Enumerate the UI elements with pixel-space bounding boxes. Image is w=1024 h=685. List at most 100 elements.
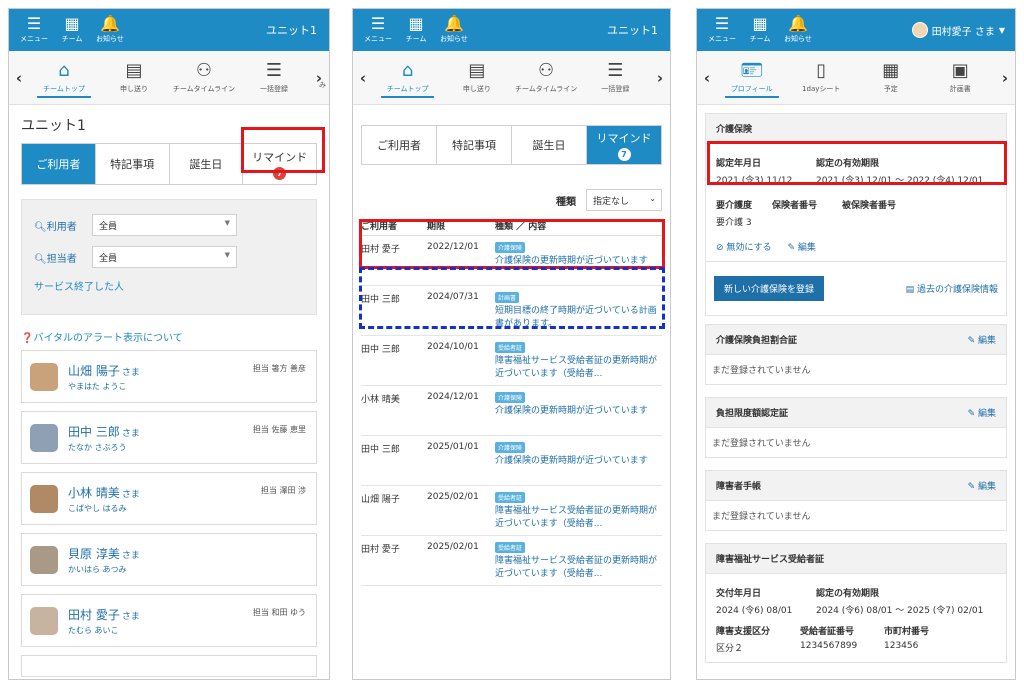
section-heading: 介護保険負担割合証 [716, 336, 798, 346]
table-row[interactable]: 小林 晴美 2024/12/01 介護保険 介護保険の更新時期が近づいています [361, 386, 662, 436]
tab-users[interactable]: ご利用者 [22, 144, 95, 184]
id-card-icon: 🪪︎ [740, 60, 764, 81]
menu-button[interactable]: ☰ メニュー [703, 16, 741, 44]
edit-link[interactable]: ✎ 編集 [968, 479, 996, 492]
nav-team-top[interactable]: ⌂ チームトップ [373, 51, 442, 104]
nav-handover[interactable]: ▤ 申し送り [442, 51, 511, 104]
nav-timeline[interactable]: ⚇ チームタイムライン [512, 51, 581, 104]
search-icon: 🔍︎ [34, 221, 47, 233]
section-heading: 負担限度額認定証 [716, 409, 789, 419]
clipboard-icon: ▯ [816, 60, 827, 81]
nav-schedule[interactable]: ▦ 予定 [856, 51, 926, 104]
disable-link[interactable]: ⊘ 無効にする [716, 240, 772, 253]
chevron-right-icon[interactable]: › [650, 69, 670, 87]
hamburger-icon: ☰ [370, 14, 386, 33]
chevron-left-icon[interactable]: ‹ [353, 69, 373, 87]
nav-profile[interactable]: 🪪︎ プロフィール [717, 51, 787, 104]
table-row[interactable]: 田村 愛子 2025/02/01 受給者証 障害福祉サービス受給者証の更新時期が近づい… [361, 536, 662, 586]
user-filter-select[interactable]: 全員 ▼ [92, 214, 237, 236]
past-kaigo-link[interactable]: ▤ 過去の介護保険情報 [906, 282, 998, 295]
document-icon: ▣ [951, 60, 969, 81]
filter-box: 🔍︎利用者 全員 ▼ 🔍︎担当者 全員 ▼ サービス終了した人 [21, 199, 317, 315]
profile-content: 介護保険 認定年月日 2021 (令3) 11/12 認定の有効期限 2021 (令… [697, 113, 1015, 663]
resident-card[interactable]: 貝原 淳美 さま かいはら あつみ [21, 533, 317, 586]
team-button[interactable]: ▦ チーム [741, 16, 779, 44]
nav-bulk[interactable]: ☰ 一括登録 [239, 51, 309, 104]
table-row[interactable]: 山畑 陽子 2025/02/01 受給者証 障害福祉サービス受給者証の更新時期が近づい… [361, 486, 662, 536]
menu-button[interactable]: ☰ メニュー [15, 16, 53, 44]
edit-link[interactable]: ✎ 編集 [968, 333, 996, 346]
people-icon: ⚇ [538, 60, 555, 81]
edit-icon: ✎ [967, 409, 978, 419]
team-button[interactable]: ▦ チーム [53, 16, 91, 44]
chevron-down-icon: ⌄ [649, 194, 656, 203]
avatar [911, 22, 928, 38]
tab-birthday[interactable]: 誕生日 [168, 144, 243, 184]
user-filter-label: 🔍︎利用者 [34, 221, 77, 233]
nav-bulk[interactable]: ☰ 一括登録 [581, 51, 650, 104]
highlight-remind-tab [241, 127, 325, 173]
hamburger-icon: ☰ [26, 14, 42, 33]
caret-down-icon: ▼ [224, 219, 230, 227]
staff-label: 担当 箸方 善彦 [252, 364, 306, 373]
remind-count-badge: 7 [617, 147, 631, 161]
tab-birthday[interactable]: 誕生日 [511, 126, 586, 164]
profile-nav: ‹ 🪪︎ プロフィール ▯ 1dayシート ▦ 予定 ▣ 計画書 › [697, 51, 1015, 105]
avatar [30, 423, 58, 452]
edit-link[interactable]: ✎ 編集 [788, 240, 816, 253]
type-filter: 種類 指定なし ⌄ [361, 189, 662, 211]
grid-icon: ▦ [408, 14, 424, 33]
unit-title[interactable]: ユニット1 [607, 22, 658, 38]
avatar [30, 545, 58, 574]
panel-team-top: ☰ メニュー ▦ チーム 🔔 お知らせ ユニット1 ‹ ⌂ チームトップ ▤ 申し送り ⚇… [8, 8, 330, 680]
clipboard-icon: ▤ [468, 60, 486, 81]
nav-plan[interactable]: ▣ 計画書 [926, 51, 996, 104]
ended-users-link[interactable]: サービス終了した人 [34, 278, 304, 293]
top-bar: ☰ メニュー ▦ チーム 🔔 お知らせ ユニット1 [9, 9, 329, 51]
type-tag: 受給者証 [495, 542, 526, 553]
chevron-right-icon[interactable]: › [995, 69, 1015, 87]
nav-handover[interactable]: ▤ 申し送り [99, 51, 169, 104]
tab-notes[interactable]: 特記事項 [436, 126, 511, 164]
register-kaigo-button[interactable]: 新しい介護保険を登録 [714, 276, 825, 301]
avatar [30, 362, 58, 391]
chevron-left-icon[interactable]: ‹ [9, 69, 29, 87]
table-row[interactable]: 田中 三郎 2025/01/01 介護保険 介護保険の更新時期が近づいています [361, 436, 662, 486]
resident-card[interactable]: 田中 三郎 さま たなか さぶろう 担当 佐藤 恵里 [21, 411, 317, 464]
type-select[interactable]: 指定なし ⌄ [586, 189, 662, 211]
help-icon: ❓ [21, 333, 34, 344]
tab-remind[interactable]: リマインド 7 [586, 126, 661, 164]
tab-users[interactable]: ご利用者 [362, 126, 436, 164]
highlight-row-kaigo [359, 219, 665, 269]
notice-button[interactable]: 🔔 お知らせ [435, 16, 473, 44]
table-row[interactable]: 田中 三郎 2024/10/01 受給者証 障害福祉サービス受給者証の更新時期が近づい… [361, 336, 662, 386]
type-tag: 介護保険 [495, 442, 526, 453]
vital-alert-link[interactable]: ❓バイタルのアラート表示について [21, 329, 317, 344]
section-heading: 障害者手帳 [716, 482, 762, 492]
resident-card-empty [21, 655, 317, 677]
unit-title[interactable]: ユニット1 [266, 22, 317, 38]
menu-button[interactable]: ☰ メニュー [359, 16, 397, 44]
caret-down-icon: ▼ [998, 25, 1005, 35]
nav-1day[interactable]: ▯ 1dayシート [787, 51, 857, 104]
top-bar: ☰ メニュー ▦ チーム 🔔 お知らせ 田村愛子 さま ▼ [697, 9, 1015, 51]
notice-button[interactable]: 🔔 お知らせ [779, 16, 817, 44]
edit-link[interactable]: ✎ 編集 [968, 406, 996, 419]
checklist-icon: ☰ [607, 60, 624, 81]
user-menu[interactable]: 田村愛子 さま ▼ [911, 22, 1005, 38]
staff-label: 担当 和田 ゆう [252, 608, 306, 617]
resident-card[interactable]: 田村 愛子 さま たむら あいこ 担当 和田 ゆう [21, 594, 317, 647]
team-button[interactable]: ▦ チーム [397, 16, 435, 44]
resident-card[interactable]: 山畑 陽子 さま やまはた ようこ 担当 箸方 善彦 [21, 350, 317, 403]
bell-icon: 🔔 [100, 14, 120, 33]
staff-filter-select[interactable]: 全員 ▼ [92, 246, 237, 268]
notice-button[interactable]: 🔔 お知らせ [91, 16, 129, 44]
techo-section: 障害者手帳 ✎ 編集 まだ登録されていません [705, 470, 1007, 531]
nav-team-top[interactable]: ⌂ チームトップ [29, 51, 99, 104]
chevron-left-icon[interactable]: ‹ [697, 69, 717, 87]
resident-card[interactable]: 小林 晴美 さま こばやし はるみ 担当 澤田 渉 [21, 472, 317, 525]
section-heading: 介護保険 [706, 114, 1006, 144]
nav-timeline[interactable]: ⚇ チームタイムライン [169, 51, 239, 104]
tab-notes[interactable]: 特記事項 [94, 144, 169, 184]
hamburger-icon: ☰ [714, 14, 730, 33]
